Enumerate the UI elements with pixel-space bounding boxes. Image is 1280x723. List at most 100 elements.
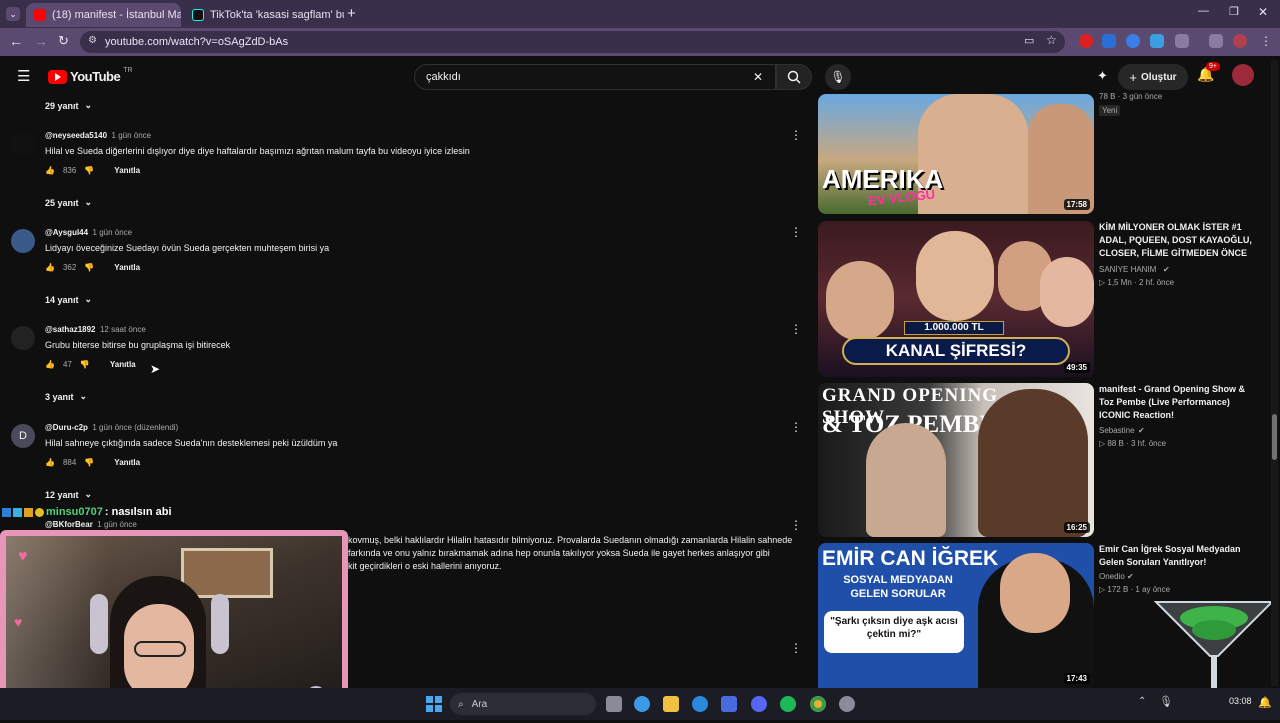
account-avatar[interactable] — [1232, 64, 1254, 86]
video-thumbnail[interactable]: EMİR CAN İĞREK SOSYAL MEDYADAN GELEN SOR… — [818, 543, 1094, 688]
spotify-icon[interactable] — [780, 696, 796, 712]
reading-list-icon[interactable] — [1209, 34, 1223, 48]
reply-button[interactable]: Yanıtla — [114, 458, 140, 467]
comment-menu-icon[interactable]: ⋮ — [790, 225, 802, 239]
maximize-button[interactable]: ❐ — [1229, 5, 1239, 18]
like-icon[interactable]: 👍 — [45, 166, 55, 175]
extension-shield-icon[interactable] — [1150, 34, 1164, 48]
create-button[interactable]: + Oluştur — [1118, 64, 1188, 90]
tab-tiktok[interactable]: TikTok'ta 'kasasi sagflam' bulabi ✕ — [184, 3, 344, 27]
channel-name[interactable]: Onedio — [1099, 572, 1125, 581]
extension-red-icon[interactable] — [1079, 34, 1093, 48]
tab-list-button[interactable]: ⌄ — [6, 7, 20, 21]
video-title[interactable]: KİM MİLYONER OLMAK İSTER #1 ADAL, PQUEEN… — [1099, 221, 1259, 260]
edge-browser-icon[interactable] — [692, 696, 708, 712]
premium-icon[interactable]: ✦ — [1097, 68, 1108, 84]
like-icon[interactable]: 👍 — [45, 360, 55, 369]
forward-arrow-icon[interactable]: → — [34, 33, 48, 49]
verified-check-icon: ✔ — [1163, 265, 1170, 274]
recommendation-item[interactable]: 1.000.000 TL KANAL ŞİFRESİ? 49:35 KİM Mİ… — [818, 221, 1258, 379]
dislike-icon[interactable]: 👎 — [84, 263, 94, 272]
discord-icon[interactable] — [751, 696, 767, 712]
comment-author[interactable]: @Aysgul44 — [45, 228, 88, 237]
back-arrow-icon[interactable]: ← — [9, 33, 23, 49]
extensions-puzzle-icon[interactable] — [1175, 34, 1189, 48]
microsoft-store-icon[interactable] — [721, 696, 737, 712]
comment-time[interactable]: 1 gün önce — [97, 520, 137, 529]
clear-search-icon[interactable]: ✕ — [753, 70, 763, 84]
chrome-icon[interactable] — [810, 696, 826, 712]
taskbar-search[interactable]: ⌕ Ara — [450, 693, 596, 715]
microphone-icon[interactable]: 🎙 — [1159, 695, 1173, 708]
avatar[interactable] — [11, 326, 35, 350]
hamburger-menu-icon[interactable]: ☰ — [17, 67, 30, 85]
comment-menu-icon[interactable]: ⋮ — [790, 128, 802, 142]
profile-avatar[interactable] — [1233, 34, 1247, 48]
channel-name[interactable]: Sebastine — [1099, 426, 1135, 435]
notification-center-icon[interactable]: 🔔 — [1258, 696, 1272, 709]
reply-button[interactable]: Yanıtla — [114, 166, 140, 175]
like-icon[interactable]: 👍 — [45, 458, 55, 467]
file-explorer-icon[interactable] — [663, 696, 679, 712]
dislike-icon[interactable]: 👎 — [84, 458, 94, 467]
comment-time[interactable]: 1 gün önce (düzenlendi) — [92, 423, 178, 432]
replies-toggle[interactable]: 14 yanıt ⌄ — [45, 294, 92, 305]
avatar[interactable]: D — [11, 424, 35, 448]
replies-toggle[interactable]: 25 yanıt ⌄ — [45, 197, 92, 208]
comment-menu-icon[interactable]: ⋮ — [790, 420, 802, 434]
new-tab-button[interactable]: + — [347, 5, 356, 22]
comment-time[interactable]: 12 saat önce — [100, 325, 146, 334]
comment-author[interactable]: @Duru-c2p — [45, 423, 88, 432]
cast-icon[interactable]: ▭ — [1024, 34, 1034, 47]
dislike-icon[interactable]: 👎 — [84, 166, 94, 175]
video-title[interactable]: Emir Can İğrek Sosyal Medyadan Gelen Sor… — [1099, 543, 1259, 569]
headphones-icon — [90, 594, 108, 654]
video-thumbnail[interactable]: AMERIKA EV VLOGU 17:58 — [818, 94, 1094, 214]
tab-youtube[interactable]: (18) manifest - İstanbul Manifest ✕ — [26, 3, 181, 27]
task-view-icon[interactable] — [606, 696, 622, 712]
recommendation-item[interactable]: AMERIKA EV VLOGU 17:58 78 B · 3 gün önce… — [818, 92, 1258, 218]
minimize-button[interactable]: — — [1198, 5, 1209, 17]
browser-menu-icon[interactable]: ⋮ — [1260, 34, 1272, 48]
reply-button[interactable]: Yanıtla — [114, 263, 140, 272]
channel-name[interactable]: SANİYE HANIM — [1099, 265, 1156, 274]
comment-menu-icon[interactable]: ⋮ — [790, 518, 802, 532]
comment-author[interactable]: @sathaz1892 — [45, 325, 96, 334]
search-input[interactable]: çakkıdı ✕ — [414, 64, 776, 90]
reload-icon[interactable]: ↻ — [58, 33, 69, 49]
video-thumbnail[interactable]: GRAND OPENING SHOW & TOZ PEMBE 16:25 — [818, 383, 1094, 537]
windows-start-icon[interactable] — [426, 696, 442, 712]
comment-author[interactable]: @neyseeda5140 — [45, 131, 107, 140]
clock-time[interactable]: 03:08 — [1229, 696, 1252, 706]
site-info-icon[interactable]: ⚙ — [88, 35, 97, 46]
replies-toggle[interactable]: 3 yanıt ⌄ — [45, 391, 87, 402]
comment-menu-icon[interactable]: ⋮ — [790, 641, 802, 655]
obs-icon[interactable] — [839, 696, 855, 712]
scrollbar-thumb[interactable] — [1272, 414, 1277, 460]
comment-menu-icon[interactable]: ⋮ — [790, 322, 802, 336]
search-button[interactable] — [776, 64, 812, 90]
voice-search-button[interactable]: 🎙 — [825, 64, 851, 90]
recommendation-item[interactable]: GRAND OPENING SHOW & TOZ PEMBE 16:25 man… — [818, 383, 1258, 539]
address-bar[interactable]: ⚙ youtube.com/watch?v=oSAgZdD-bAs ▭ ☆ — [80, 31, 1065, 53]
video-thumbnail[interactable]: 1.000.000 TL KANAL ŞİFRESİ? 49:35 — [818, 221, 1094, 377]
comment-author[interactable]: @BKforBear — [45, 520, 93, 529]
chevron-up-icon[interactable]: ⌃ — [1138, 696, 1146, 707]
youtube-logo[interactable]: YouTube TR — [48, 67, 133, 84]
extension-audio-icon[interactable] — [1126, 34, 1140, 48]
like-icon[interactable]: 👍 — [45, 263, 55, 272]
comment-time[interactable]: 1 gün önce — [112, 131, 152, 140]
scrollbar[interactable] — [1271, 60, 1278, 686]
close-window-button[interactable]: ✕ — [1258, 5, 1268, 19]
reply-button[interactable]: Yanıtla — [110, 360, 136, 369]
comment-time[interactable]: 1 gün önce — [93, 228, 133, 237]
bookmark-star-icon[interactable]: ☆ — [1046, 33, 1057, 47]
avatar[interactable] — [11, 132, 35, 156]
replies-toggle[interactable]: 29 yanıt ⌄ — [45, 100, 92, 111]
replies-toggle[interactable]: 12 yanıt ⌄ — [45, 489, 92, 500]
avatar[interactable] — [11, 229, 35, 253]
video-title[interactable]: manifest - Grand Opening Show & Toz Pemb… — [1099, 383, 1259, 422]
extension-translate-icon[interactable] — [1102, 34, 1116, 48]
copilot-icon[interactable] — [634, 696, 650, 712]
dislike-icon[interactable]: 👎 — [80, 360, 90, 369]
